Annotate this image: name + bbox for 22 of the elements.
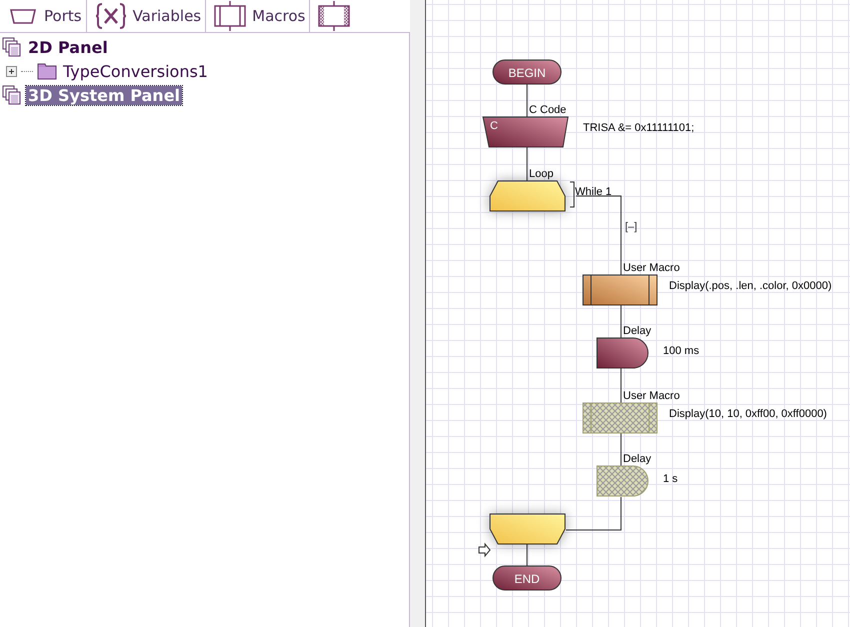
step-caption: User Macro — [623, 390, 680, 402]
terminal-label: BEGIN — [508, 66, 546, 80]
loop-condition: While 1 — [575, 186, 612, 198]
step-caption: Loop — [529, 168, 554, 180]
tree-item[interactable]: TypeConversions1 — [61, 62, 210, 80]
step-caption: C Code — [529, 104, 566, 116]
tree-item[interactable]: 3D System Panel — [26, 86, 182, 104]
step-caption: Delay — [623, 325, 652, 337]
tree-item[interactable]: 2D Panel — [26, 38, 110, 56]
terminal-label: END — [514, 572, 540, 586]
block-label: C — [490, 120, 498, 132]
step-detail: 100 ms — [663, 345, 700, 357]
step-detail: TRISA &= 0x11111101; — [583, 122, 694, 134]
step-caption: Delay — [623, 453, 652, 465]
step-caption: User Macro — [623, 262, 680, 274]
step-detail: Display(10, 10, 0xff00, 0xff0000) — [669, 408, 827, 420]
step-detail: Display(.pos, .len, .color, 0x0000) — [669, 280, 832, 292]
step-detail: 1 s — [663, 473, 678, 485]
collapse-toggle[interactable]: [–] — [625, 221, 638, 233]
panel-tab[interactable]: Variables — [86, 0, 206, 32]
panel-tab[interactable]: Macros — [206, 0, 310, 32]
panel-tab[interactable]: Ports — [0, 0, 87, 32]
